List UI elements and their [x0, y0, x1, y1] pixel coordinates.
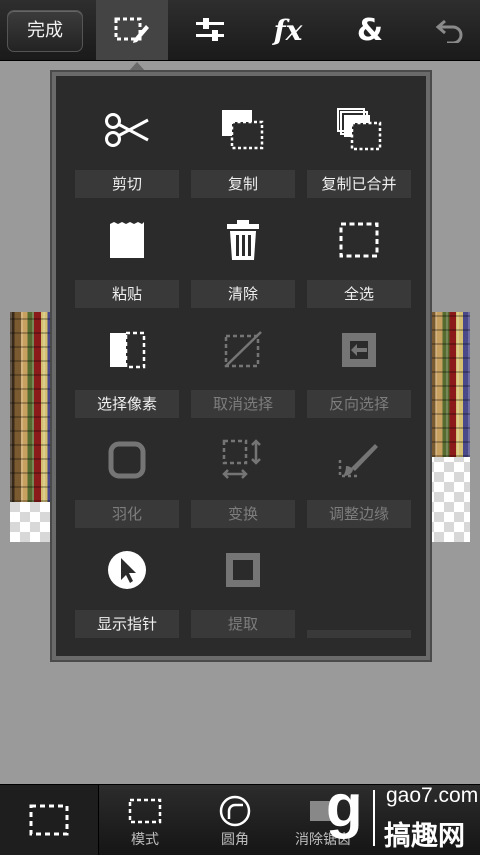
transform-icon: [222, 439, 261, 479]
menu-item-extract: 提取: [191, 534, 295, 638]
selection-menu-grid: 剪切 复制 复制已合并 粘贴 清除 全选 选择像素 取消选择 反向选择 羽化 变…: [56, 76, 426, 656]
select-all-icon: [339, 222, 379, 258]
menu-item-label: 显示指针: [75, 610, 179, 638]
menu-item-transform: 变换: [191, 424, 295, 528]
menu-item-copy[interactable]: 复制: [191, 94, 295, 198]
menu-item-select-all[interactable]: 全选: [307, 204, 411, 308]
menu-item-clear[interactable]: 清除: [191, 204, 295, 308]
selection-tool-button[interactable]: [96, 0, 168, 60]
menu-item-label: 复制: [191, 170, 295, 198]
texture-tiles: [10, 312, 54, 502]
copy-icon: [222, 110, 264, 150]
mode-button[interactable]: 模式: [100, 785, 190, 855]
done-button[interactable]: 完成: [7, 10, 83, 52]
menu-item-label: 调整边缘: [307, 500, 411, 528]
menu-item-label: 反向选择: [307, 390, 411, 418]
deselect-icon: [224, 331, 262, 368]
show-pointer-icon: [108, 551, 146, 589]
selection-menu-panel: 剪切 复制 复制已合并 粘贴 清除 全选 选择像素 取消选择 反向选择 羽化 变…: [50, 70, 432, 662]
menu-item-deselect: 取消选择: [191, 314, 295, 418]
watermark-domain: gao7.com: [386, 784, 479, 807]
rounded-corner-button[interactable]: 圆角: [190, 785, 280, 855]
menu-item-select-pixels[interactable]: 选择像素: [75, 314, 179, 418]
menu-item-invert-selection: 反向选择: [307, 314, 411, 418]
watermark-logo: g: [326, 772, 363, 839]
adjustments-sliders-icon: [196, 18, 224, 41]
menu-item-show-pointer[interactable]: 显示指针: [75, 534, 179, 638]
selection-edit-icon: [114, 17, 149, 43]
extract-icon: [226, 553, 260, 587]
select-pixels-icon: [110, 331, 146, 369]
empty-menu-slot: [307, 630, 411, 638]
invert-selection-icon: [342, 333, 376, 367]
menu-item-label: 复制已合并: [307, 170, 411, 198]
watermark-name: 搞趣网: [384, 821, 465, 852]
fx-icon: fx: [273, 13, 303, 47]
paste-icon: [110, 222, 144, 258]
left-canvas-thumbnail: [10, 312, 54, 542]
text-layer-button[interactable]: &: [336, 0, 404, 60]
menu-item-label: 提取: [191, 610, 295, 638]
menu-item-label: 全选: [307, 280, 411, 308]
menu-item-copy-merged[interactable]: 复制已合并: [307, 94, 411, 198]
top-toolbar: 完成 fx &: [0, 0, 480, 61]
menu-item-label: 羽化: [75, 500, 179, 528]
menu-item-label: 粘贴: [75, 280, 179, 308]
menu-item-cut[interactable]: 剪切: [75, 94, 179, 198]
rounded-corner-label: 圆角: [221, 832, 249, 848]
ampersand-icon: &: [356, 12, 384, 48]
selection-mode-icon: [128, 798, 162, 824]
effects-button[interactable]: fx: [254, 0, 322, 60]
menu-item-feather: 羽化: [75, 424, 179, 528]
undo-icon: [435, 19, 463, 43]
menu-item-label: 清除: [191, 280, 295, 308]
menu-item-label: 取消选择: [191, 390, 295, 418]
copy-merged-icon: [337, 108, 382, 151]
trash-icon: [227, 220, 259, 260]
feather-icon: [108, 441, 146, 479]
menu-item-label: 剪切: [75, 170, 179, 198]
rect-selection-icon: [29, 804, 69, 836]
rounded-corner-icon: [219, 795, 251, 827]
menu-item-label: 变换: [191, 500, 295, 528]
menu-item-paste[interactable]: 粘贴: [75, 204, 179, 308]
mode-label: 模式: [131, 832, 159, 848]
watermark-divider: [373, 790, 375, 846]
undo-button[interactable]: [420, 0, 480, 60]
menu-item-label: 选择像素: [75, 390, 179, 418]
scissors-icon: [105, 113, 149, 147]
adjustments-button[interactable]: [176, 0, 244, 60]
menu-item-refine-edge: 调整边缘: [307, 424, 411, 528]
selection-shape-button[interactable]: [0, 785, 99, 855]
refine-edge-icon: [338, 444, 378, 478]
